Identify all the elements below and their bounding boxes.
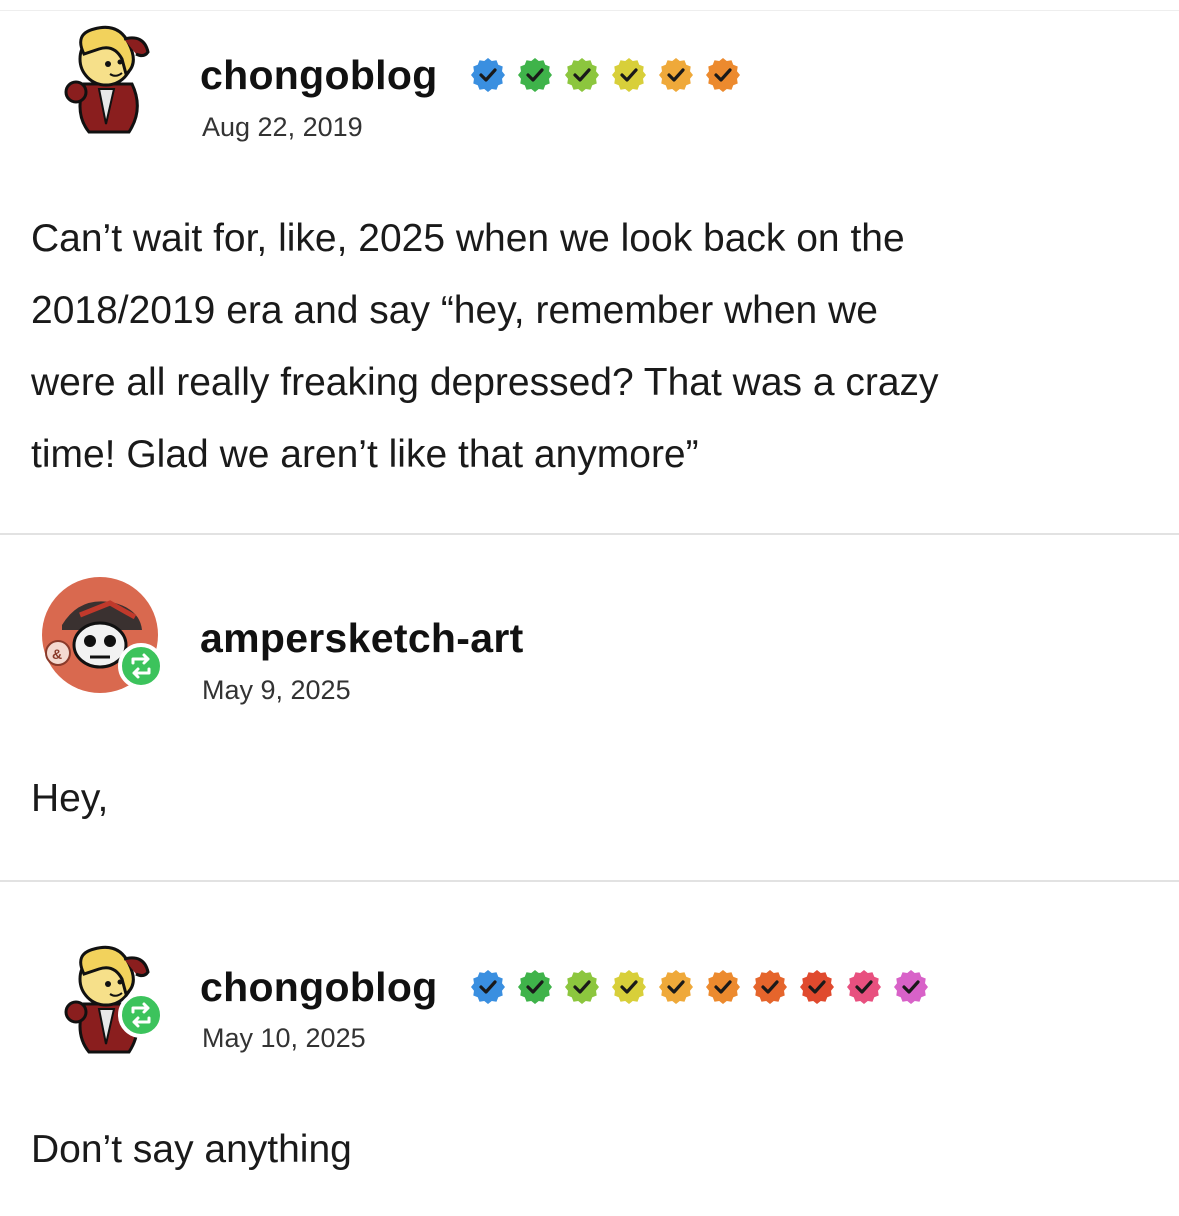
verified-check-badge-icon <box>611 969 647 1005</box>
verified-check-badge-icon <box>705 969 741 1005</box>
verified-check-badge-icon <box>470 969 506 1005</box>
post-original: chongoblog Aug 22, 2019 Can’t wait for, … <box>0 0 1179 534</box>
reblog-icon <box>131 653 151 679</box>
post-body: Can’t wait for, like, 2025 when we look … <box>31 203 1151 491</box>
post-date[interactable]: May 9, 2025 <box>202 675 351 706</box>
post-body: Hey, <box>31 763 1151 835</box>
svg-text:&: & <box>52 646 62 662</box>
verified-check-badge-icon <box>611 57 647 93</box>
post-body-line: Can’t wait for, like, 2025 when we look … <box>31 217 905 260</box>
post-body: Don’t say anything <box>31 1114 1151 1186</box>
verified-badges <box>470 967 940 1007</box>
post-date[interactable]: Aug 22, 2019 <box>202 112 363 143</box>
post-body-line: Don’t say anything <box>31 1128 352 1171</box>
post-reblog-ampersketch: & ampersketch-art May 9, 2025 Hey, <box>0 535 1179 881</box>
username[interactable]: ampersketch-art <box>200 615 524 662</box>
verified-check-badge-icon <box>705 57 741 93</box>
post-body-line: time! Glad we aren’t like that anymore” <box>31 433 699 476</box>
verified-badges <box>470 55 752 95</box>
verified-check-badge-icon <box>564 57 600 93</box>
verified-check-badge-icon <box>517 969 553 1005</box>
verified-check-badge-icon <box>517 57 553 93</box>
username[interactable]: chongoblog <box>200 964 438 1011</box>
verified-check-badge-icon <box>658 57 694 93</box>
chongoblog-avatar[interactable] <box>44 14 164 134</box>
verified-check-badge-icon <box>470 57 506 93</box>
verified-check-badge-icon <box>658 969 694 1005</box>
verified-check-badge-icon <box>564 969 600 1005</box>
verified-check-badge-icon <box>752 969 788 1005</box>
cartoon-girl-avatar-icon <box>64 25 150 134</box>
username[interactable]: chongoblog <box>200 52 438 99</box>
reblog-badge <box>118 992 164 1038</box>
post-body-line: 2018/2019 era and say “hey, remember whe… <box>31 289 878 332</box>
reblog-badge <box>118 643 164 689</box>
post-body-line: Hey, <box>31 777 109 820</box>
verified-check-badge-icon <box>893 969 929 1005</box>
reblog-icon <box>131 1002 151 1028</box>
verified-check-badge-icon <box>799 969 835 1005</box>
post-body-line: were all really freaking depressed? That… <box>31 361 939 404</box>
verified-check-badge-icon <box>846 969 882 1005</box>
post-date[interactable]: May 10, 2025 <box>202 1023 366 1054</box>
post-reblog-chongoblog: chongoblog May 10, 2025 Don’t say anythi… <box>0 882 1179 1216</box>
